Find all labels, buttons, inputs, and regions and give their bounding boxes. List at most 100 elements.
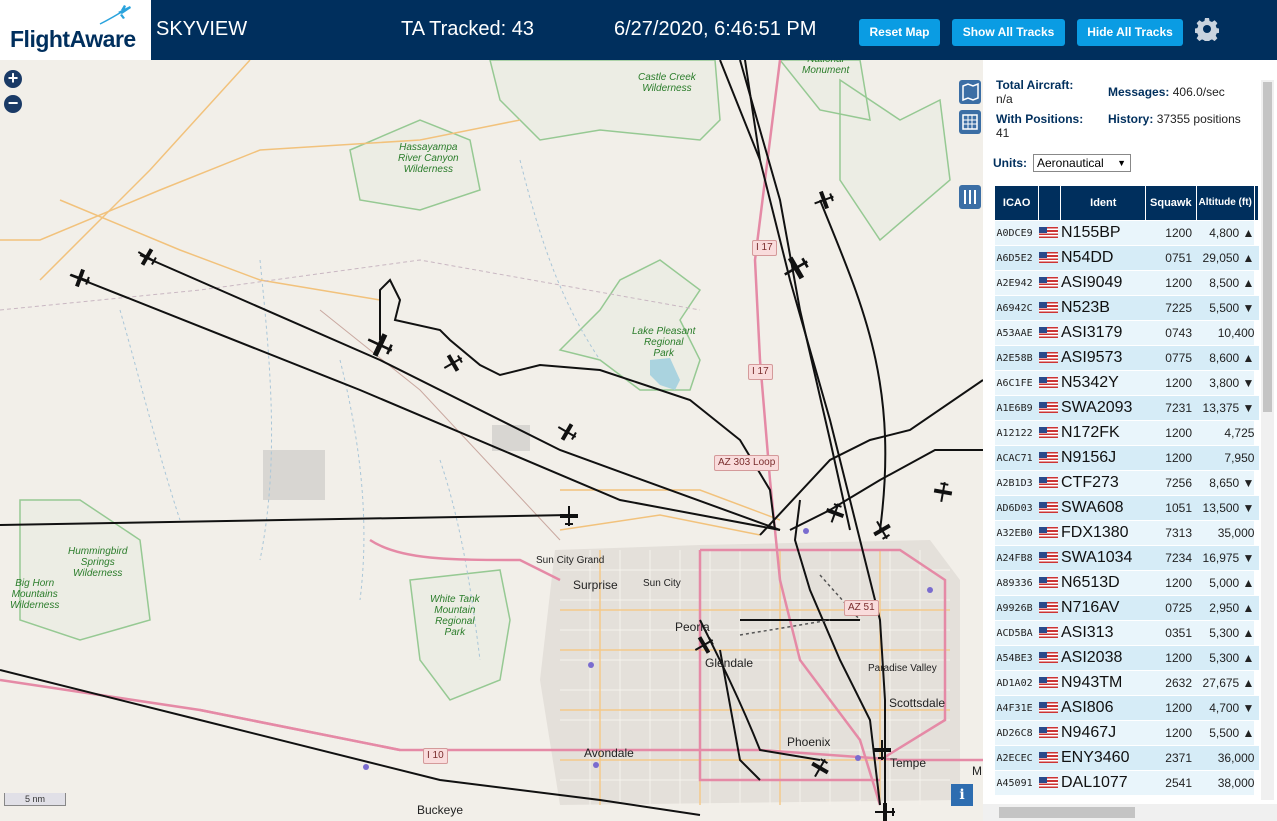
table-row[interactable]: A2ECEC ENY3460 2371 36,000 xyxy=(994,745,1259,771)
icao-cell: ACD5BA xyxy=(994,620,1039,646)
icao-cell: A6C1FE xyxy=(994,370,1039,396)
flightaware-logo[interactable]: FlightAware xyxy=(0,0,151,60)
map-layers-icon[interactable] xyxy=(959,80,981,104)
us-flag-icon xyxy=(1038,402,1058,414)
us-flag-icon xyxy=(1038,220,1061,246)
us-flag-icon xyxy=(1038,227,1058,239)
ident-cell: CTF273 xyxy=(1060,470,1146,496)
table-row[interactable]: ACD5BA ASI313 0351 5,300 ▲ xyxy=(994,620,1259,646)
table-row[interactable]: A32EB0 FDX1380 7313 35,000 xyxy=(994,520,1259,546)
us-flag-icon xyxy=(1038,570,1061,596)
table-row[interactable]: A9926B N716AV 0725 2,950 ▲ xyxy=(994,595,1259,621)
squawk-cell: 2371 xyxy=(1145,745,1196,771)
grid-icon[interactable] xyxy=(959,110,981,134)
chevron-down-icon: ▼ xyxy=(1117,158,1126,168)
squawk-cell: 7313 xyxy=(1145,520,1196,546)
squawk-cell: 0725 xyxy=(1145,595,1196,621)
label-hummingbird: Hummingbird Springs Wilderness xyxy=(68,546,128,579)
col-altitude[interactable]: Altitude (ft) xyxy=(1195,185,1255,221)
messages-stat: Messages: 406.0/sec xyxy=(1108,85,1225,99)
table-row[interactable]: A24FB8 SWA1034 7234 16,975 ▼ xyxy=(994,545,1259,571)
squawk-cell: 7256 xyxy=(1145,470,1196,496)
horizontal-scrollbar-thumb[interactable] xyxy=(999,807,1135,818)
table-row[interactable]: A1E6B9 SWA2093 7231 13,375 ▼ xyxy=(994,395,1259,421)
vertical-scrollbar-thumb[interactable] xyxy=(1263,82,1272,412)
squawk-cell: 1200 xyxy=(1145,445,1196,471)
units-label: Units: xyxy=(993,156,1027,170)
with-positions-value: 41 xyxy=(996,126,1010,140)
shield-i10: I 10 xyxy=(423,748,448,764)
table-row[interactable]: A53AAE ASI3179 0743 10,400 xyxy=(994,320,1259,346)
table-row[interactable]: A6D5E2 N54DD 0751 29,050 ▲ xyxy=(994,245,1259,271)
label-sun-city: Sun City xyxy=(643,578,681,589)
label-big-horn: Big Horn Mountains Wilderness xyxy=(10,578,60,611)
table-row[interactable]: A89336 N6513D 1200 5,000 ▲ xyxy=(994,570,1259,596)
altitude-cell: 5,300 ▲ xyxy=(1196,645,1255,671)
table-row[interactable]: A45091 DAL1077 2541 38,000 xyxy=(994,770,1259,796)
table-row[interactable]: AD1A02 N943TM 2632 27,675 ▲ xyxy=(994,670,1259,696)
label-m: M xyxy=(972,764,982,778)
col-ident[interactable]: Ident xyxy=(1060,185,1147,221)
gear-icon[interactable] xyxy=(1195,17,1219,41)
col-flag[interactable] xyxy=(1038,185,1062,221)
units-select[interactable]: Aeronautical ▼ xyxy=(1033,154,1131,172)
row-overflow xyxy=(1254,520,1259,546)
squawk-cell: 0751 xyxy=(1145,245,1196,271)
col-squawk[interactable]: Squawk xyxy=(1145,185,1197,221)
row-overflow xyxy=(1254,770,1259,796)
ident-cell: N716AV xyxy=(1060,595,1146,621)
show-all-tracks-button[interactable]: Show All Tracks xyxy=(952,19,1065,46)
ident-cell: ASI9049 xyxy=(1060,270,1146,296)
table-row[interactable]: ACAC71 N9156J 1200 7,950 xyxy=(994,445,1259,471)
table-row[interactable]: A4F31E ASI806 1200 4,700 ▼ xyxy=(994,695,1259,721)
us-flag-icon xyxy=(1038,577,1058,589)
table-row[interactable]: AD6D03 SWA608 1051 13,500 ▼ xyxy=(994,495,1259,521)
table-row[interactable]: AD26C8 N9467J 1200 5,500 ▲ xyxy=(994,720,1259,746)
clock: 6/27/2020, 6:46:51 PM xyxy=(614,18,817,40)
table-row[interactable]: A6C1FE N5342Y 1200 3,800 ▼ xyxy=(994,370,1259,396)
label-glendale: Glendale xyxy=(705,656,754,670)
us-flag-icon xyxy=(1038,602,1058,614)
zoom-out-button[interactable]: − xyxy=(4,94,22,113)
altitude-cell: 5,500 ▲ xyxy=(1196,720,1255,746)
us-flag-icon xyxy=(1038,477,1058,489)
altitude-cell: 3,800 ▼ xyxy=(1196,370,1255,396)
table-row[interactable]: A2B1D3 CTF273 7256 8,650 ▼ xyxy=(994,470,1259,496)
table-row[interactable]: A54BE3 ASI2038 1200 5,300 ▲ xyxy=(994,645,1259,671)
info-button[interactable]: i xyxy=(951,784,973,806)
with-positions-label: With Positions: xyxy=(996,112,1084,126)
us-flag-icon xyxy=(1038,270,1061,296)
label-hassayampa: Hassayampa River Canyon Wilderness xyxy=(398,142,459,175)
table-row[interactable]: A0DCE9 N155BP 1200 4,800 ▲ xyxy=(994,220,1259,246)
ident-cell: DAL1077 xyxy=(1060,770,1146,796)
table-row[interactable]: A6942C N523B 7225 5,500 ▼ xyxy=(994,295,1259,321)
table-row[interactable]: A2E58B ASI9573 0775 8,600 ▲ xyxy=(994,345,1259,371)
scale-bar: 5 nm xyxy=(4,793,66,806)
map-canvas[interactable]: Surprise Sun City Sun City Grand Peoria … xyxy=(0,60,983,821)
table-row[interactable]: A2E942 ASI9049 1200 8,500 ▲ xyxy=(994,270,1259,296)
aircraft-table: ICAO Ident Squawk Altitude (ft) A0DCE9 N1… xyxy=(993,185,1260,796)
hide-all-tracks-button[interactable]: Hide All Tracks xyxy=(1077,19,1183,46)
icao-cell: A32EB0 xyxy=(994,520,1039,546)
table-row[interactable]: A12122 N172FK 1200 4,725 xyxy=(994,420,1259,446)
aircraft-table-body: A0DCE9 N155BP 1200 4,800 ▲ A6D5E2 N54DD 0751 29… xyxy=(994,220,1259,796)
altitude-cell: 5,000 ▲ xyxy=(1196,570,1255,596)
row-overflow xyxy=(1254,295,1259,321)
col-icao[interactable]: ICAO xyxy=(993,185,1040,221)
row-overflow xyxy=(1254,395,1259,421)
history-label: History: xyxy=(1108,112,1154,126)
total-aircraft-stat: Total Aircraft: n/a xyxy=(996,78,1073,106)
us-flag-icon xyxy=(1038,377,1058,389)
squawk-cell: 1200 xyxy=(1145,420,1196,446)
us-flag-icon xyxy=(1038,470,1061,496)
ident-cell: ASI2038 xyxy=(1060,645,1146,671)
boundary-line xyxy=(0,259,701,311)
us-flag-icon xyxy=(1038,502,1058,514)
columns-icon[interactable] xyxy=(959,185,981,209)
us-flag-icon xyxy=(1038,752,1058,764)
ident-cell: N172FK xyxy=(1060,420,1146,446)
icao-cell: ACAC71 xyxy=(994,445,1039,471)
reset-map-button[interactable]: Reset Map xyxy=(859,19,940,46)
altitude-cell: 4,725 xyxy=(1196,420,1255,446)
zoom-in-button[interactable]: + xyxy=(4,69,22,88)
